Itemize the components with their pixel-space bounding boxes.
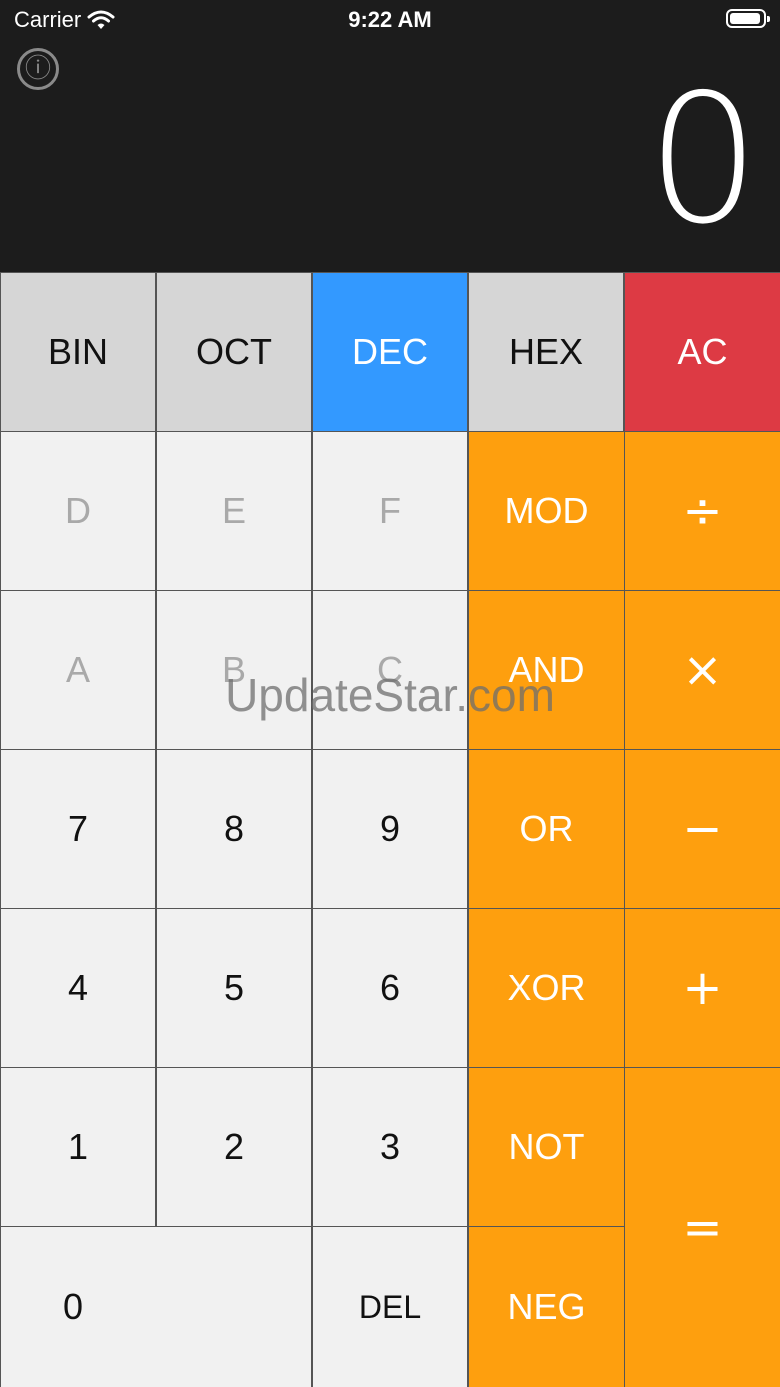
digit-7-button[interactable]: 7 [1, 750, 155, 908]
battery-icon [726, 9, 770, 28]
digit-9-button[interactable]: 9 [313, 750, 467, 908]
digit-2-button[interactable]: 2 [157, 1068, 311, 1226]
digit-b-button[interactable]: B [157, 591, 311, 749]
delete-button[interactable]: DEL [313, 1227, 467, 1387]
mode-dec-button[interactable]: DEC [313, 273, 467, 431]
mode-bin-button[interactable]: BIN [1, 273, 155, 431]
digit-c-button[interactable]: C [313, 591, 467, 749]
digit-8-button[interactable]: 8 [157, 750, 311, 908]
digit-a-button[interactable]: A [1, 591, 155, 749]
or-button[interactable]: OR [469, 750, 624, 908]
info-icon[interactable]: ⓘ [17, 48, 59, 90]
digit-e-button[interactable]: E [157, 432, 311, 590]
digit-f-button[interactable]: F [313, 432, 467, 590]
not-button[interactable]: NOT [469, 1068, 624, 1226]
status-time: 9:22 AM [348, 7, 432, 32]
result-display: 0 [646, 56, 760, 263]
multiply-button[interactable]: × [625, 591, 780, 749]
and-button[interactable]: AND [469, 591, 624, 749]
divide-button[interactable]: ÷ [625, 432, 780, 590]
battery-level [730, 13, 761, 24]
neg-button[interactable]: NEG [469, 1227, 624, 1387]
mod-button[interactable]: MOD [469, 432, 624, 590]
mode-oct-button[interactable]: OCT [157, 273, 311, 431]
plus-button[interactable]: + [625, 909, 780, 1067]
status-bar: Carrier 9:22 AM [0, 0, 780, 40]
equals-button[interactable]: = [625, 1068, 780, 1387]
minus-button[interactable]: − [625, 750, 780, 908]
digit-6-button[interactable]: 6 [313, 909, 467, 1067]
mode-hex-button[interactable]: HEX [469, 273, 623, 431]
calculator-app: Carrier 9:22 AM ⓘ 0 BIN OCT DEC HEX AC D… [0, 0, 780, 1387]
xor-button[interactable]: XOR [469, 909, 624, 1067]
digit-3-button[interactable]: 3 [313, 1068, 467, 1226]
digit-d-button[interactable]: D [1, 432, 155, 590]
digit-0-button[interactable]: 0 [1, 1227, 311, 1387]
keypad: BIN OCT DEC HEX AC D E F MOD ÷ A B C AND… [0, 272, 780, 1387]
digit-4-button[interactable]: 4 [1, 909, 155, 1067]
digit-1-button[interactable]: 1 [1, 1068, 155, 1226]
digit-5-button[interactable]: 5 [157, 909, 311, 1067]
all-clear-button[interactable]: AC [625, 273, 780, 431]
